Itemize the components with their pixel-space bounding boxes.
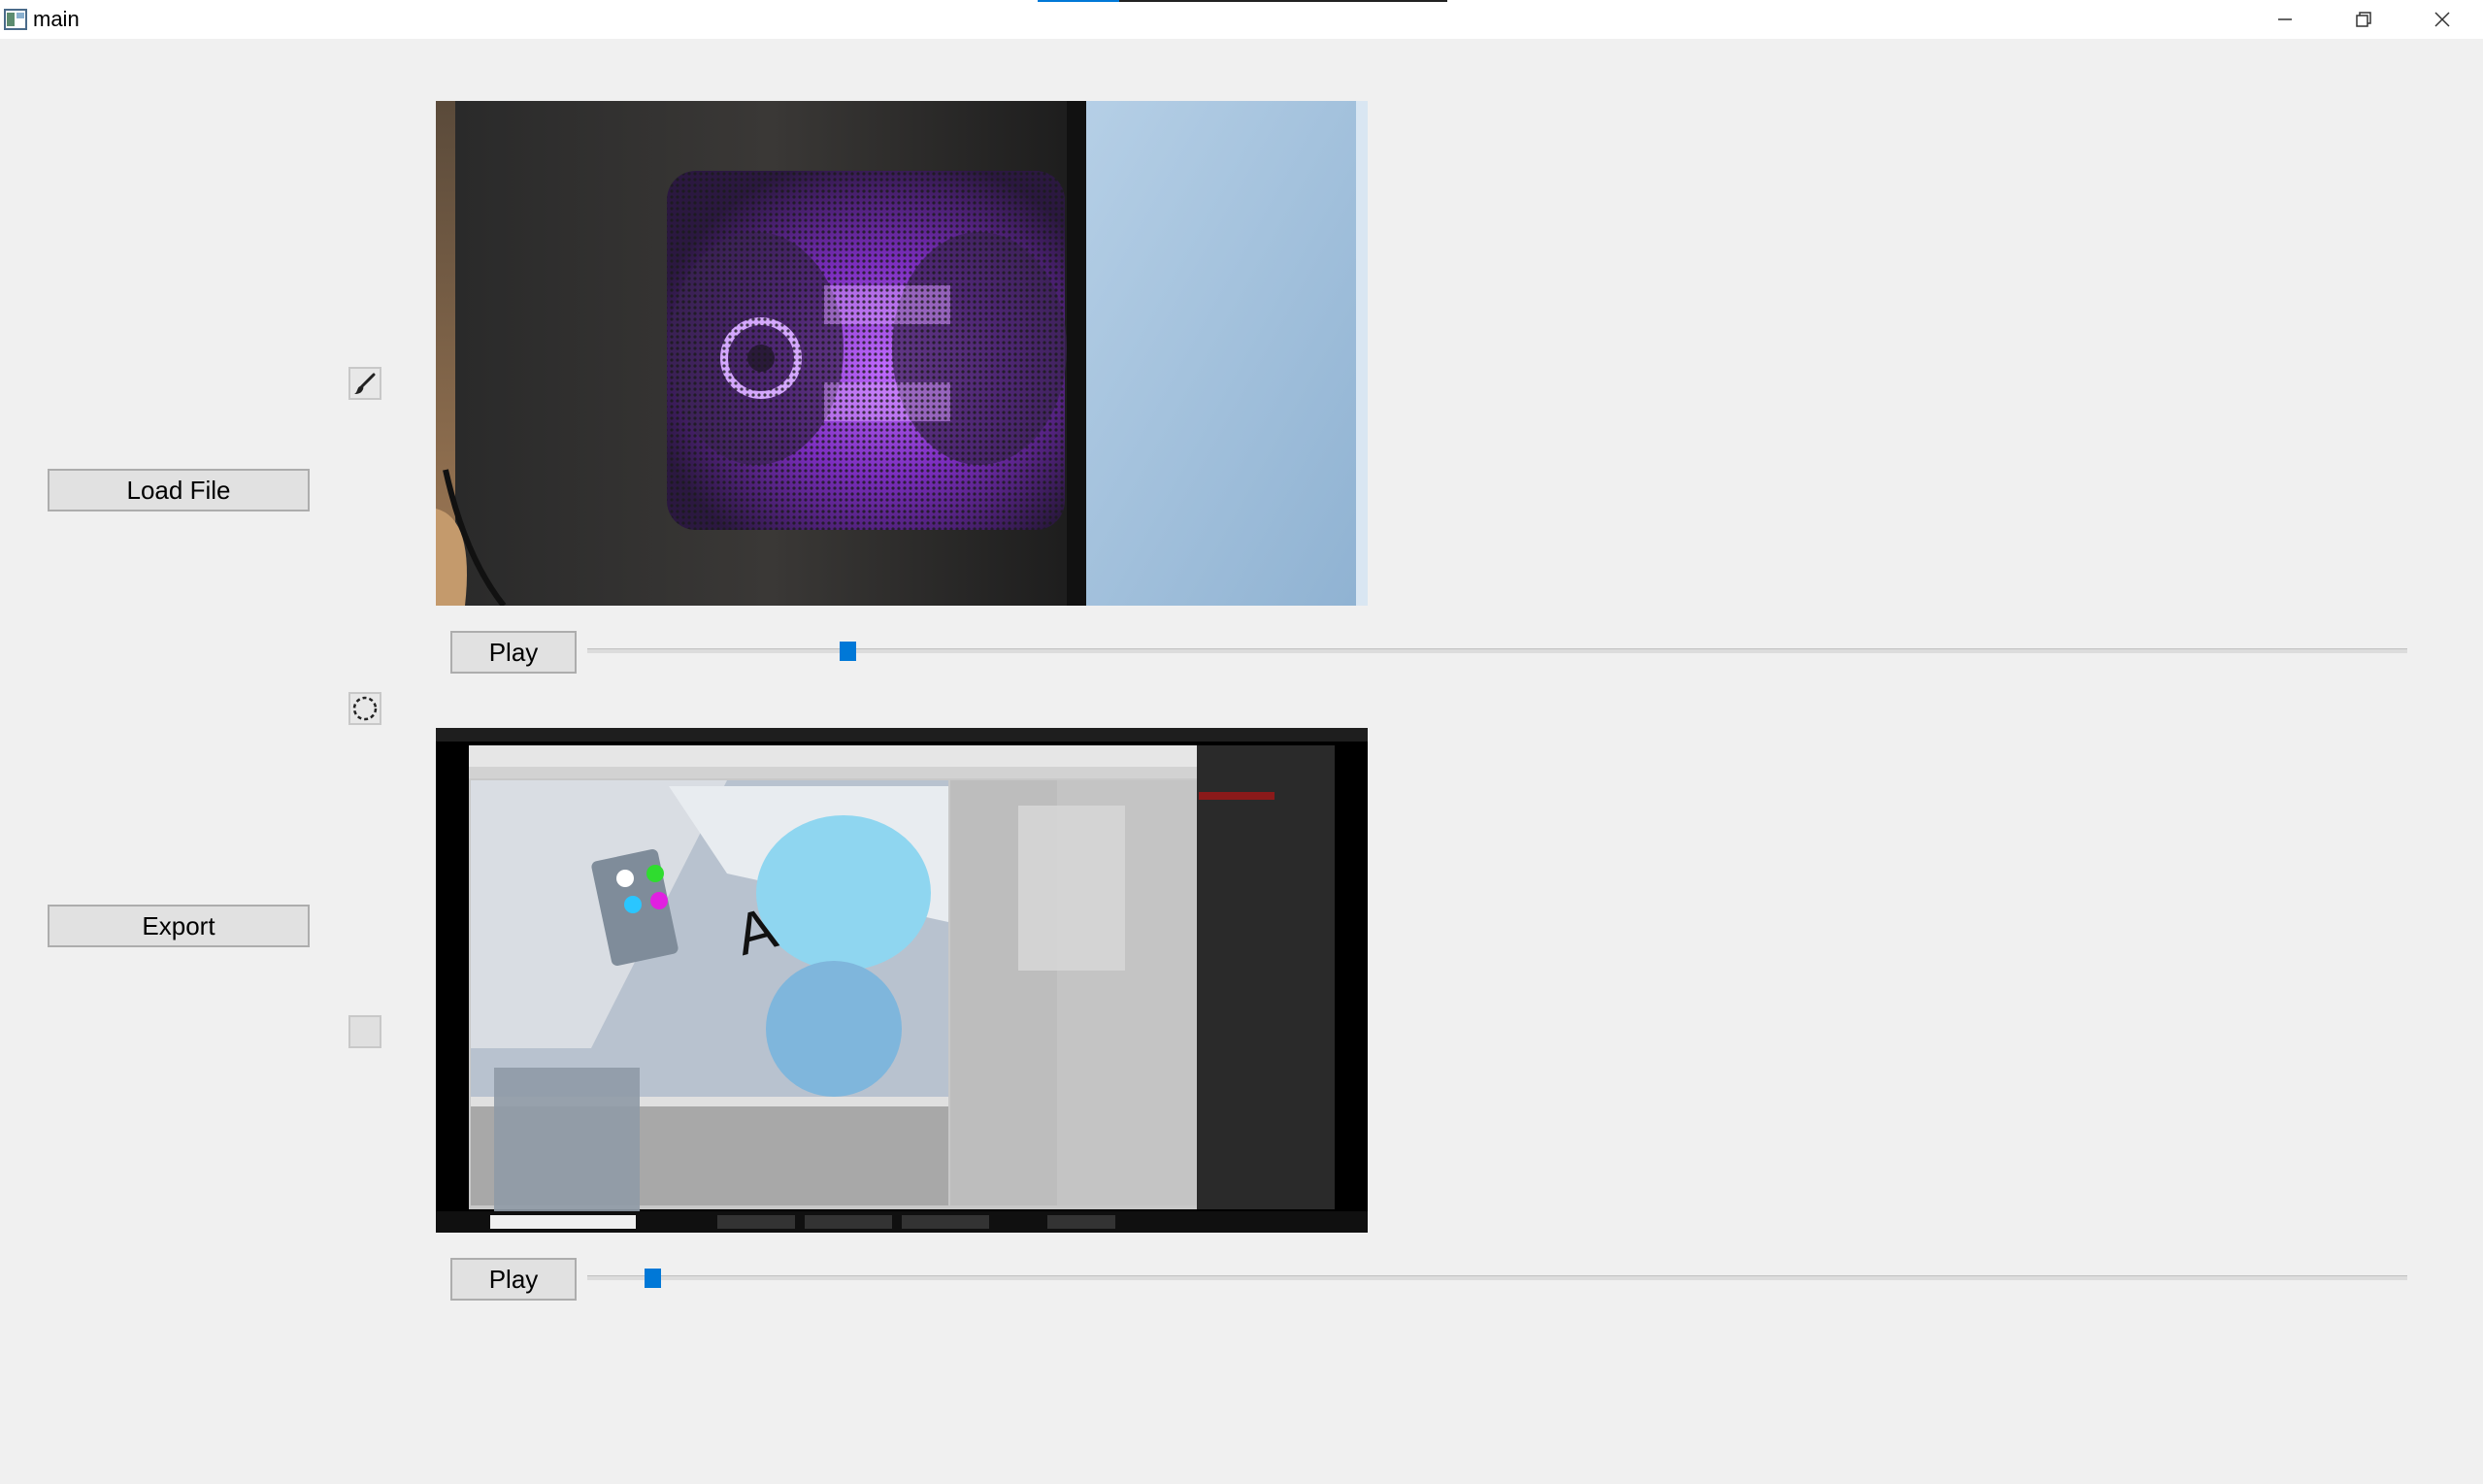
export-button[interactable]: Export <box>48 905 310 947</box>
video-player-2[interactable]: A <box>436 728 1368 1233</box>
seek-slider-2[interactable] <box>587 1275 2407 1280</box>
seek-slider-1[interactable] <box>587 648 2407 653</box>
load-file-button[interactable]: Load File <box>48 469 310 511</box>
video-frame-unity-editor: A <box>436 728 1368 1233</box>
play-button-1[interactable]: Play <box>450 631 577 674</box>
minimize-icon <box>2278 18 2292 20</box>
seek-slider-handle-1[interactable] <box>840 642 857 661</box>
seek-slider-handle-2[interactable] <box>645 1269 662 1288</box>
lasso-tool-button[interactable] <box>348 692 381 725</box>
video-frame-pc-case <box>436 101 1368 606</box>
lasso-select-icon <box>352 696 378 721</box>
brush-tool-button[interactable] <box>348 367 381 400</box>
play-button-2[interactable]: Play <box>450 1258 577 1301</box>
restore-button[interactable] <box>2325 0 2402 39</box>
minimize-button[interactable] <box>2246 0 2324 39</box>
close-button[interactable] <box>2403 0 2481 39</box>
blank-tool-button[interactable] <box>348 1015 381 1048</box>
titlebar-accent-line <box>1038 0 1119 2</box>
brush-icon <box>354 373 376 394</box>
restore-icon <box>2356 12 2371 27</box>
titlebar-dark-line <box>1119 0 1447 2</box>
title-bar: main <box>0 0 2483 39</box>
window-title: main <box>33 7 80 31</box>
app-window-icon <box>4 9 27 30</box>
close-icon <box>2434 12 2450 27</box>
video-player-1[interactable] <box>436 101 1368 606</box>
